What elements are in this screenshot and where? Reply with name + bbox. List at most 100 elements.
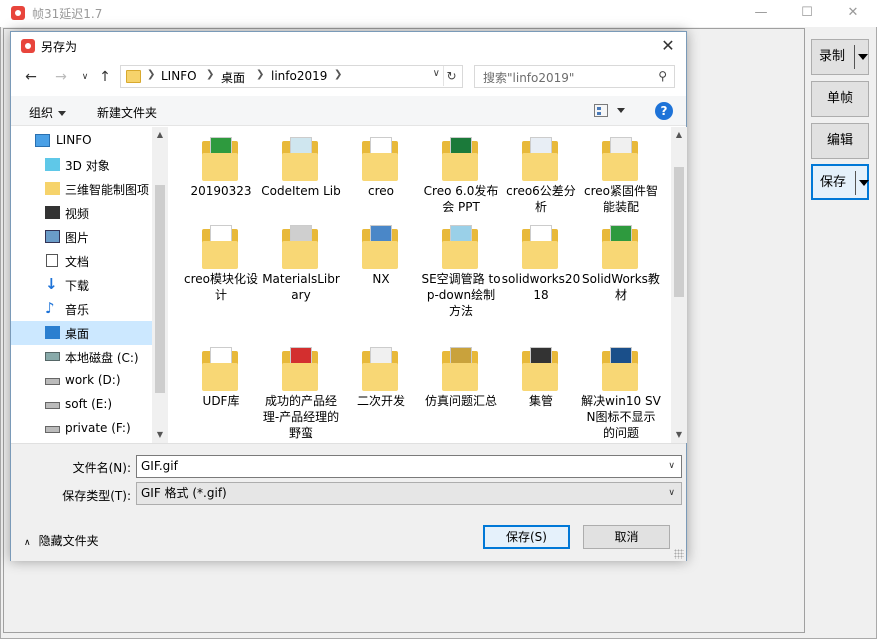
chevron-right-icon[interactable]: ❯ <box>334 69 342 80</box>
file-item[interactable]: solidworks2018 <box>501 215 581 325</box>
file-item[interactable]: creo模块化设计 <box>181 215 261 325</box>
view-dropdown-icon[interactable] <box>617 108 625 113</box>
file-label: SE空调管路 top-down绘制方法 <box>421 272 501 318</box>
address-bar[interactable]: ❯ LINFO ❯ 桌面 ❯ linfo2019 ❯ ∨ ↻ <box>120 65 463 88</box>
help-icon[interactable]: ? <box>655 102 673 120</box>
nav-item-pinned-folder[interactable]: 三维智能制图项 <box>11 177 152 201</box>
save-button[interactable]: 保存(S) <box>483 525 570 549</box>
filename-value: GIF.gif <box>141 459 178 473</box>
nav-item-pictures[interactable]: 图片 <box>11 225 152 249</box>
record-separator <box>854 45 855 69</box>
video-icon <box>45 206 60 219</box>
file-item[interactable]: 成功的产品经理-产品经理的野蛮 <box>261 337 341 443</box>
breadcrumb-linfo2019[interactable]: linfo2019 <box>271 69 327 83</box>
file-item[interactable]: NX <box>341 215 421 325</box>
close-app-button[interactable]: ✕ <box>830 0 876 27</box>
recent-dropdown-icon[interactable]: ∨ <box>75 67 95 87</box>
nav-label: 图片 <box>65 231 90 245</box>
file-item[interactable]: 解决win10 SVN图标不显示的问题 <box>581 337 661 443</box>
edit-button[interactable]: 编辑 <box>811 123 869 159</box>
hide-folders-label: 隐藏文件夹 <box>38 534 99 548</box>
file-item[interactable]: MaterialsLibrary <box>261 215 341 325</box>
file-scrollbar[interactable]: ▲ ▼ <box>671 127 687 443</box>
file-item[interactable]: 二次开发 <box>341 337 421 443</box>
view-options-icon[interactable] <box>594 104 608 117</box>
up-arrow-icon[interactable]: ↑ <box>95 67 115 87</box>
file-grid: 20190323 CodeItem Lib creo Creo 6.0发布会 PPT c… <box>168 127 687 443</box>
scroll-thumb[interactable] <box>674 167 684 297</box>
chevron-down-icon[interactable]: ∨ <box>668 483 675 504</box>
breadcrumb-desktop[interactable]: 桌面 <box>221 69 245 86</box>
record-dropdown-icon[interactable] <box>858 54 868 60</box>
file-item[interactable]: 仿真问题汇总 <box>421 337 501 443</box>
save-dropdown-icon[interactable] <box>859 180 869 186</box>
nav-item-downloads[interactable]: ↓ 下载 <box>11 273 152 297</box>
chevron-right-icon[interactable]: ❯ <box>256 69 264 80</box>
nav-item-drive-e[interactable]: soft (E:) <box>11 393 152 417</box>
drive-icon <box>45 402 60 409</box>
resize-grip-icon[interactable] <box>674 549 684 559</box>
navigation-pane: LINFO 3D 对象 三维智能制图项 视频 图片 文档 ↓ 下载 ♪ 音乐 桌… <box>11 127 168 443</box>
refresh-icon[interactable]: ↻ <box>443 66 459 86</box>
file-item[interactable]: SolidWorks教材 <box>581 215 661 325</box>
new-folder-button[interactable]: 新建文件夹 <box>97 104 157 121</box>
single-frame-button[interactable]: 单帧 <box>811 81 869 117</box>
forward-arrow-icon[interactable]: → <box>51 67 71 87</box>
minimize-button[interactable]: — <box>738 0 784 27</box>
filetype-select[interactable]: GIF 格式 (*.gif) ∨ <box>136 482 682 505</box>
file-label: 成功的产品经理-产品经理的野蛮 <box>262 394 340 440</box>
organize-button[interactable]: 组织 <box>29 104 67 121</box>
nav-item-3d-objects[interactable]: 3D 对象 <box>11 153 152 177</box>
scroll-up-icon[interactable]: ▲ <box>671 127 687 143</box>
file-label: creo紧固件智能装配 <box>584 184 658 214</box>
nav-item-video[interactable]: 视频 <box>11 201 152 225</box>
hide-folders-button[interactable]: ∧ 隐藏文件夹 <box>24 532 99 549</box>
nav-item-linfo[interactable]: LINFO <box>11 129 152 153</box>
nav-label: 视频 <box>65 207 90 221</box>
scroll-up-icon[interactable]: ▲ <box>152 127 168 143</box>
dialog-title: 另存为 <box>41 40 78 54</box>
edit-label: 编辑 <box>826 133 853 148</box>
save-app-button[interactable]: 保存 <box>811 164 869 200</box>
folder-icon <box>602 347 638 391</box>
dialog-close-button[interactable]: ✕ <box>656 35 680 57</box>
app-titlebar: 帧31延迟1.7 — ☐ ✕ <box>0 0 877 27</box>
nav-label: private (F:) <box>65 421 131 435</box>
music-icon: ♪ <box>45 299 55 317</box>
nav-item-drive-d[interactable]: work (D:) <box>11 369 152 393</box>
nav-item-drive-f[interactable]: private (F:) <box>11 417 152 441</box>
scroll-thumb[interactable] <box>155 185 165 393</box>
nav-item-desktop[interactable]: 桌面 <box>11 321 152 345</box>
folder-icon <box>442 347 478 391</box>
folder-icon <box>522 225 558 269</box>
address-dropdown-icon[interactable]: ∨ <box>433 68 440 79</box>
back-arrow-icon[interactable]: ← <box>21 67 41 87</box>
nav-item-documents[interactable]: 文档 <box>11 249 152 273</box>
chevron-right-icon[interactable]: ❯ <box>206 69 214 80</box>
cancel-button[interactable]: 取消 <box>583 525 670 549</box>
file-item[interactable]: UDF库 <box>181 337 261 443</box>
scroll-down-icon[interactable]: ▼ <box>152 427 168 443</box>
folder-icon <box>522 347 558 391</box>
download-icon: ↓ <box>45 275 58 293</box>
file-item[interactable]: SE空调管路 top-down绘制方法 <box>421 215 501 325</box>
chevron-right-icon[interactable]: ❯ <box>147 69 155 80</box>
nav-item-drive-c[interactable]: 本地磁盘 (C:) <box>11 345 152 369</box>
chevron-down-icon[interactable]: ∨ <box>668 456 675 477</box>
record-button[interactable]: 录制 <box>811 39 869 75</box>
nav-item-music[interactable]: ♪ 音乐 <box>11 297 152 321</box>
folder-icon <box>202 347 238 391</box>
filename-input[interactable]: GIF.gif ∨ <box>136 455 682 478</box>
breadcrumb-linfo[interactable]: LINFO <box>161 69 197 83</box>
file-label: 20190323 <box>190 184 252 198</box>
file-item[interactable]: 集管 <box>501 337 581 443</box>
nav-scrollbar[interactable]: ▲ ▼ <box>152 127 168 443</box>
maximize-button[interactable]: ☐ <box>784 0 830 27</box>
folder-icon <box>602 137 638 181</box>
scroll-down-icon[interactable]: ▼ <box>671 427 687 443</box>
chevron-up-icon: ∧ <box>24 538 31 548</box>
filename-label: 文件名(N): <box>72 461 131 475</box>
search-input[interactable]: 搜索"linfo2019" ⚲ <box>474 65 675 88</box>
file-label: SolidWorks教材 <box>582 272 660 302</box>
search-icon[interactable]: ⚲ <box>658 69 667 83</box>
